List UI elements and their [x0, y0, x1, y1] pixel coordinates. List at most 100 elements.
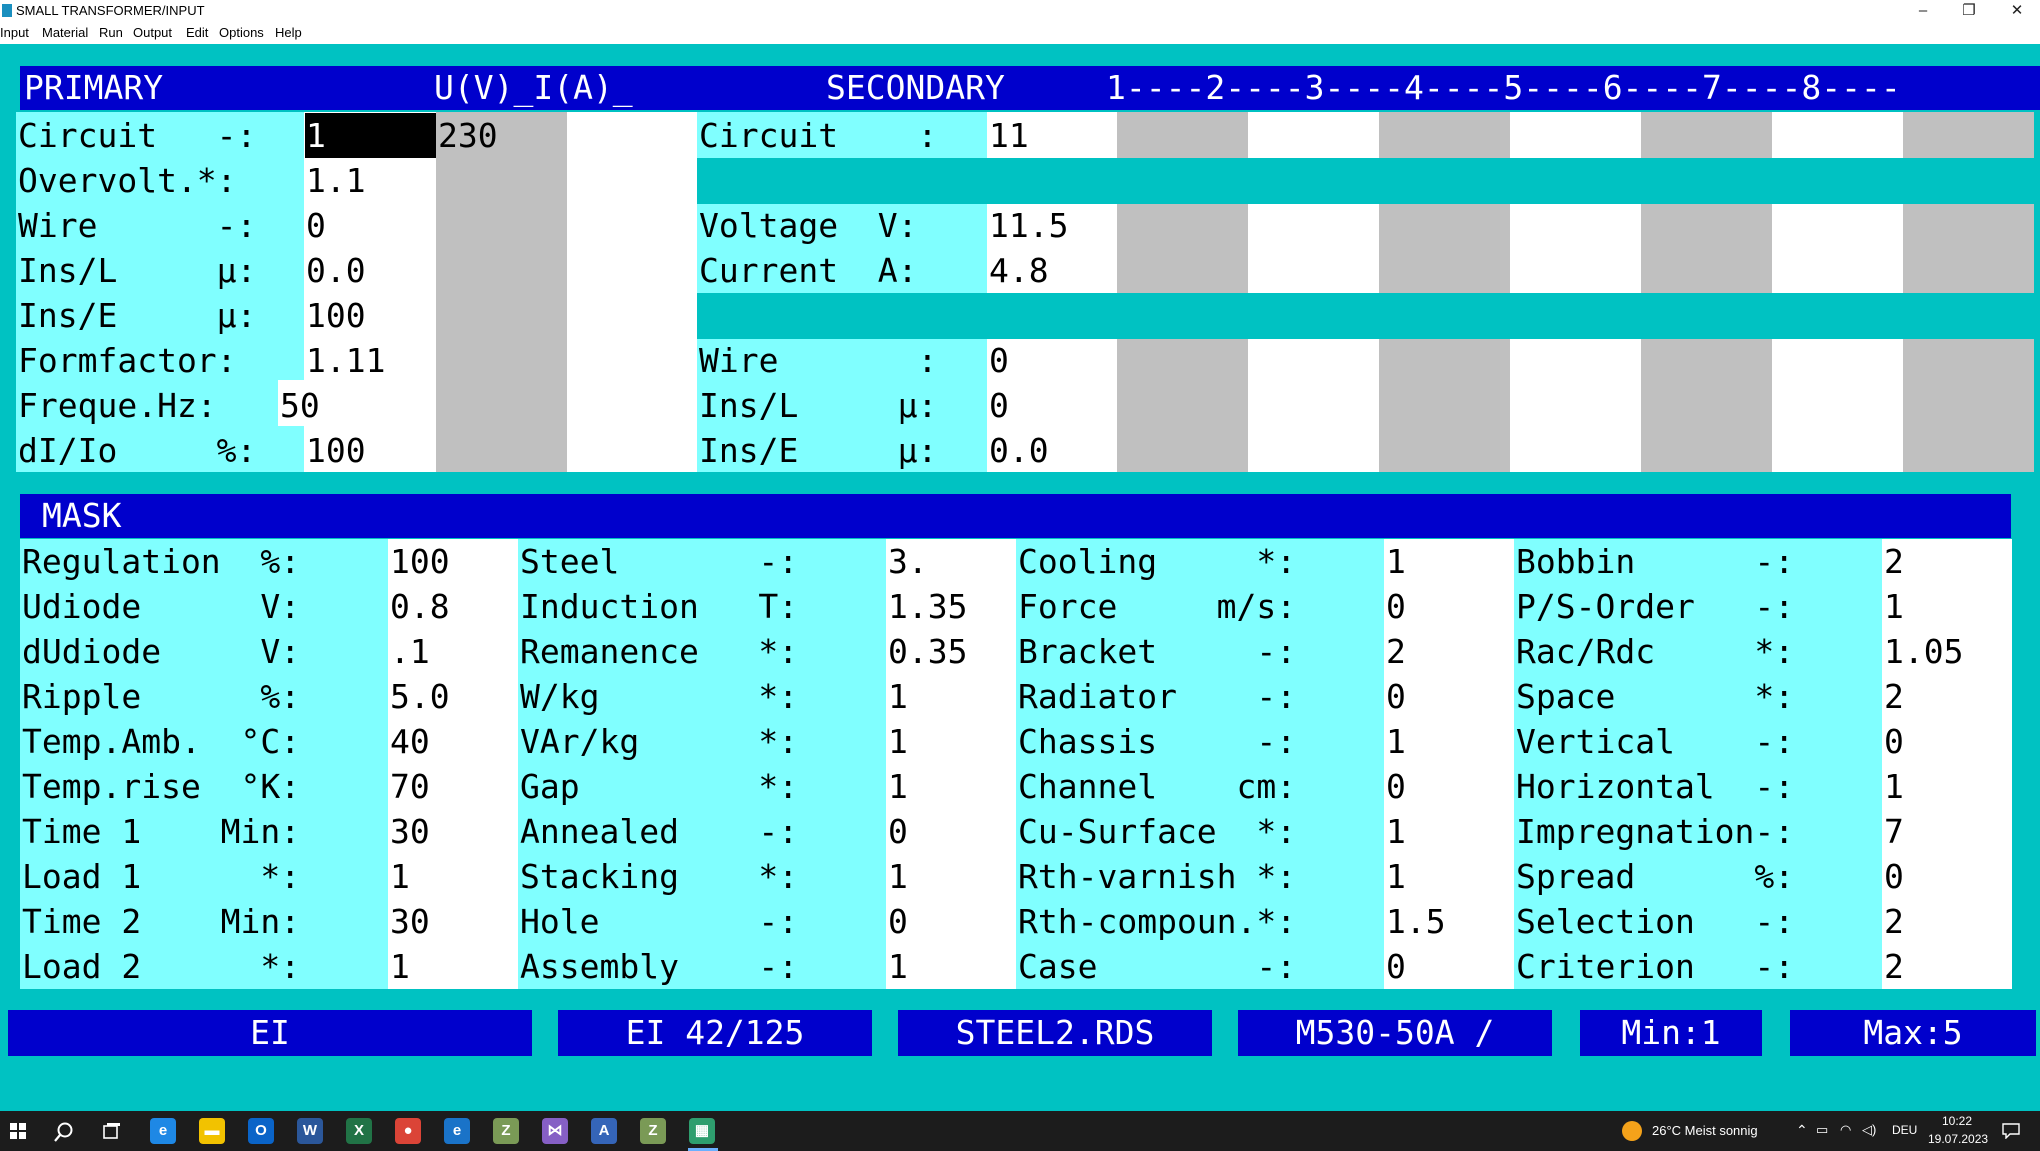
min-button[interactable]: Min:1 — [1580, 1010, 1762, 1056]
mask-field-value[interactable]: 1 — [888, 719, 908, 764]
secondary-voltage-value[interactable]: 11.5 — [989, 203, 1068, 248]
mask-field-value[interactable]: 100 — [390, 539, 450, 584]
internet-explorer-icon[interactable]: e — [444, 1118, 470, 1144]
mask-field-value[interactable]: 0 — [1884, 719, 1904, 764]
primary-di-io-value[interactable]: 100 — [306, 428, 366, 473]
mask-field-value[interactable]: 2 — [1386, 629, 1406, 674]
mask-field-value[interactable]: 1 — [390, 944, 410, 989]
mask-field-value[interactable]: 0 — [1386, 584, 1406, 629]
search-icon[interactable] — [53, 1121, 75, 1143]
close-button[interactable]: ✕ — [1994, 0, 2040, 22]
secondary-inse-value[interactable]: 0.0 — [989, 428, 1049, 473]
mask-field-label: Spread %: — [1516, 857, 1795, 896]
primary-frequency-value[interactable]: 50 — [280, 383, 320, 428]
mask-field-value[interactable]: 70 — [390, 764, 430, 809]
mask-field-value[interactable]: 1.5 — [1386, 899, 1446, 944]
primary-inse-value[interactable]: 100 — [306, 293, 366, 338]
mask-field-value[interactable]: 2 — [1884, 539, 1904, 584]
mask-field-value[interactable]: 0.8 — [390, 584, 450, 629]
title-bar: SMALL TRANSFORMER/INPUT – ❐ ✕ — [0, 0, 2040, 22]
menu-help[interactable]: Help — [275, 25, 302, 40]
mask-field-value[interactable]: 0 — [1386, 764, 1406, 809]
mask-field-value[interactable]: 0 — [1386, 674, 1406, 719]
primary-formfactor-value[interactable]: 1.11 — [306, 338, 385, 383]
minimize-button[interactable]: – — [1900, 0, 1946, 22]
windows-start-icon[interactable] — [10, 1123, 26, 1139]
mask-field-value[interactable]: 3. — [888, 539, 928, 584]
volume-icon[interactable]: ◁) — [1862, 1122, 1876, 1138]
max-button[interactable]: Max:5 — [1790, 1010, 2036, 1056]
mask-field-value[interactable]: 1.35 — [888, 584, 967, 629]
mask-field-value[interactable]: 40 — [390, 719, 430, 764]
primary-insl-value[interactable]: 0.0 — [306, 248, 366, 293]
steel-grade-button[interactable]: M530-50A / — [1238, 1010, 1552, 1056]
mask-field-value[interactable]: 1 — [1386, 809, 1406, 854]
weather-text[interactable]: 26°C Meist sonnig — [1652, 1123, 1758, 1138]
outlook-icon[interactable]: O — [248, 1118, 274, 1144]
menu-edit[interactable]: Edit — [186, 25, 208, 40]
clock-date[interactable]: 19.07.2023 — [1928, 1132, 1988, 1146]
mask-field-value[interactable]: 2 — [1884, 899, 1904, 944]
mask-field-value[interactable]: 1 — [1386, 539, 1406, 584]
secondary-current-value[interactable]: 4.8 — [989, 248, 1049, 293]
excel-icon[interactable]: X — [346, 1118, 372, 1144]
mask-field-value[interactable]: 1 — [1884, 764, 1904, 809]
mask-field-value[interactable]: .1 — [390, 629, 430, 674]
menu-options[interactable]: Options — [219, 25, 264, 40]
app-a-icon[interactable]: A — [591, 1118, 617, 1144]
mask-field-label: Case -: — [1018, 947, 1297, 986]
mask-field-value[interactable]: 1 — [888, 944, 908, 989]
chrome-icon[interactable]: ● — [395, 1118, 421, 1144]
primary-overvolt-value[interactable]: 1.1 — [306, 158, 366, 203]
visual-studio-icon[interactable]: ⋈ — [542, 1118, 568, 1144]
mask-field-value[interactable]: 2 — [1884, 674, 1904, 719]
menu-run[interactable]: Run — [99, 25, 123, 40]
app-z-icon[interactable]: Z — [493, 1118, 519, 1144]
tray-chevron-icon[interactable]: ⌃ — [1796, 1122, 1808, 1139]
secondary-insl-value[interactable]: 0 — [989, 383, 1009, 428]
core-type-button[interactable]: EI — [8, 1010, 532, 1056]
mask-field-value[interactable]: 0.35 — [888, 629, 967, 674]
secondary-wire-value[interactable]: 0 — [989, 338, 1009, 383]
mask-field-value[interactable]: 1 — [888, 854, 908, 899]
mask-field-value[interactable]: 0 — [888, 809, 908, 854]
language-indicator[interactable]: DEU — [1892, 1123, 1917, 1137]
word-icon[interactable]: W — [297, 1118, 323, 1144]
mask-field-value[interactable]: 30 — [390, 899, 430, 944]
mask-field-value[interactable]: 1.05 — [1884, 629, 1963, 674]
mask-field-value[interactable]: 0 — [1884, 854, 1904, 899]
mask-field-value[interactable]: 1 — [888, 674, 908, 719]
task-view-icon[interactable] — [102, 1122, 122, 1142]
mask-field-value[interactable]: 1 — [1386, 854, 1406, 899]
menu-material[interactable]: Material — [42, 25, 88, 40]
restore-button[interactable]: ❐ — [1946, 0, 1992, 22]
mask-field-value[interactable]: 1 — [1386, 719, 1406, 764]
primary-voltage-value[interactable]: 230 — [438, 113, 498, 158]
clock-time[interactable]: 10:22 — [1942, 1114, 1972, 1128]
wifi-icon[interactable]: ◠ — [1840, 1122, 1851, 1138]
mask-field-value[interactable]: 1 — [888, 764, 908, 809]
file-explorer-icon[interactable]: ▬ — [199, 1118, 225, 1144]
core-size-button[interactable]: EI 42/125 — [558, 1010, 872, 1056]
mask-field-value[interactable]: 0 — [1386, 944, 1406, 989]
mask-field-value[interactable]: 7 — [1884, 809, 1904, 854]
mask-field-value[interactable]: 5.0 — [390, 674, 450, 719]
menu-output[interactable]: Output — [133, 25, 172, 40]
primary-circuit-value[interactable]: 1 — [306, 113, 326, 158]
calculator-icon[interactable]: ▦ — [689, 1118, 715, 1144]
primary-wire-value[interactable]: 0 — [306, 203, 326, 248]
secondary-circuit-value[interactable]: 11 — [989, 113, 1029, 158]
app-z2-icon[interactable]: Z — [640, 1118, 666, 1144]
steel-file-button[interactable]: STEEL2.RDS — [898, 1010, 1212, 1056]
mask-field-value[interactable]: 1 — [390, 854, 410, 899]
edge-icon[interactable]: e — [150, 1118, 176, 1144]
mask-field-value[interactable]: 0 — [888, 899, 908, 944]
mask-field-value[interactable]: 2 — [1884, 944, 1904, 989]
menu-input[interactable]: Input — [0, 25, 29, 40]
primary-wire-label: Wire -: — [18, 206, 257, 245]
mask-field-value[interactable]: 1 — [1884, 584, 1904, 629]
weather-icon[interactable] — [1622, 1121, 1642, 1141]
notification-icon[interactable] — [2002, 1123, 2020, 1139]
mask-field-value[interactable]: 30 — [390, 809, 430, 854]
network-icon[interactable]: ▭ — [1816, 1122, 1828, 1138]
